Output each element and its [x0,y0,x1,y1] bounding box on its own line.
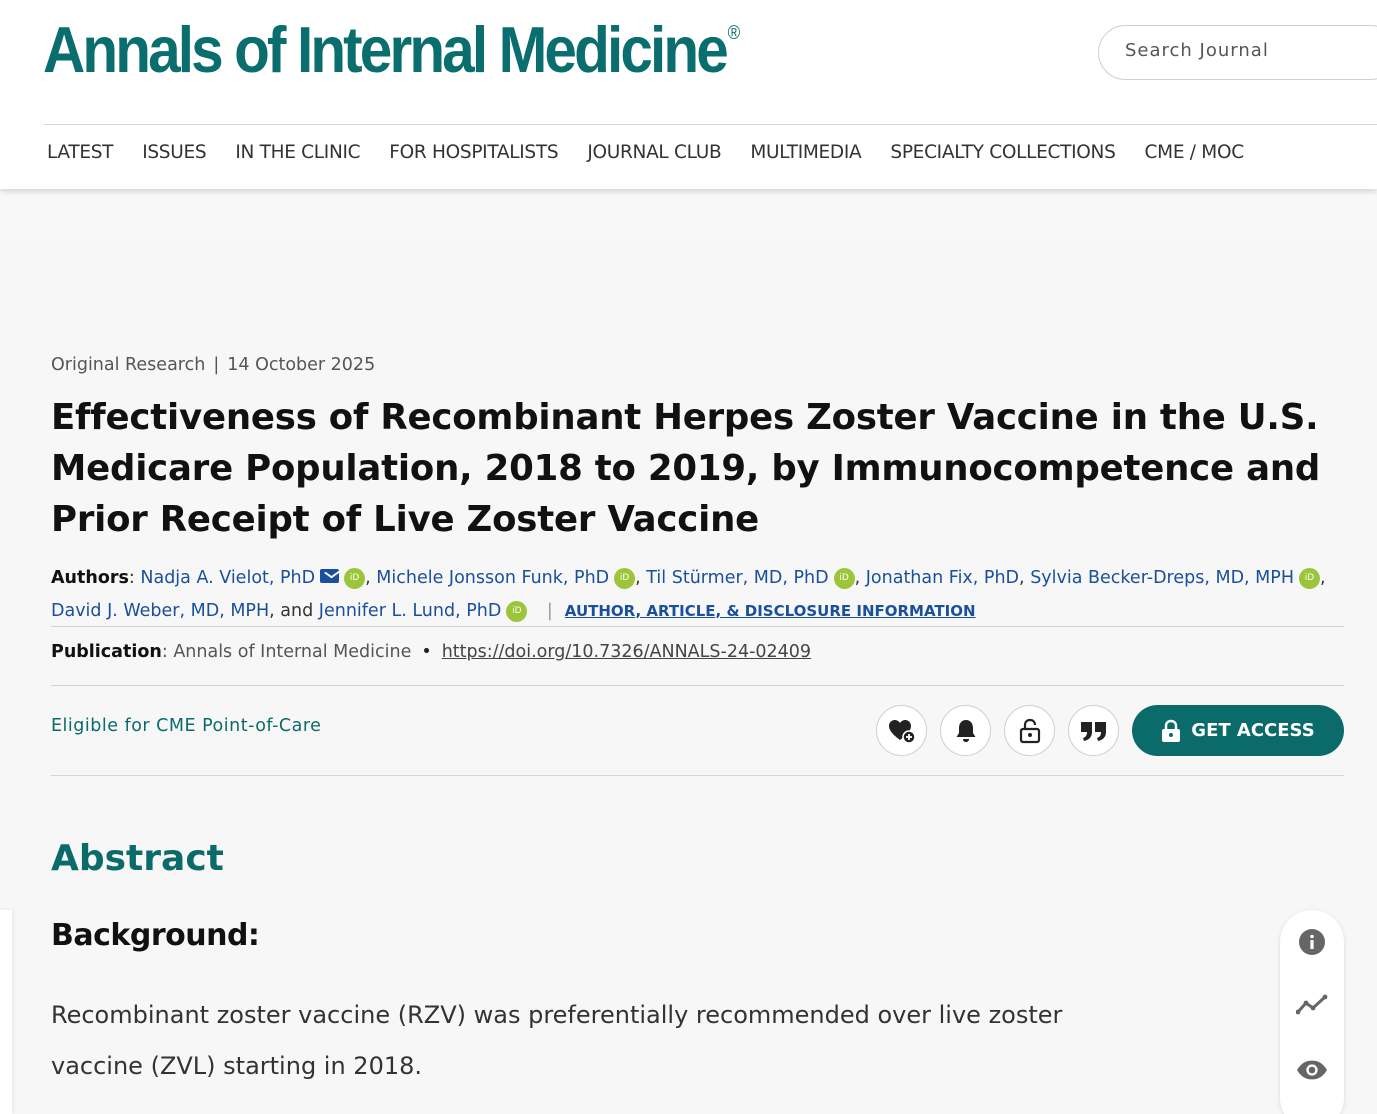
orcid-icon[interactable]: iD [344,568,366,589]
quote-icon [1080,721,1106,741]
author-link[interactable]: David J. Weber, MD, MPH [51,601,269,621]
meta-separator: | [213,355,220,375]
orcid-icon[interactable]: iD [1299,568,1320,589]
nav-multimedia[interactable]: MULTIMEDIA [750,142,861,163]
author-link[interactable]: Til Stürmer, MD, PhD [646,568,828,588]
info-button[interactable] [1296,926,1328,958]
publication-name: Annals of Internal Medicine [173,642,412,662]
nav-in-the-clinic[interactable]: IN THE CLINIC [235,142,360,163]
doi-link[interactable]: https://doi.org/10.7326/ANNALS-24-02409 [442,642,811,662]
background-heading: Background: [51,918,260,953]
side-toolbar [1280,910,1344,1114]
author-link[interactable]: Jennifer L. Lund, PhD [319,601,502,621]
registered-mark: ® [727,23,741,44]
favorite-add-icon [888,719,916,744]
add-favorite-button[interactable] [876,705,927,756]
info-icon [1299,929,1325,955]
orcid-icon[interactable]: iD [614,568,636,589]
nav-for-hospitalists[interactable]: FOR HOSPITALISTS [389,142,558,163]
cme-eligibility[interactable]: Eligible for CME Point-of-Care [51,716,321,736]
main-nav: LATEST ISSUES IN THE CLINIC FOR HOSPITAL… [47,142,1244,163]
info-separator: | [546,601,553,621]
alert-button[interactable] [940,705,991,756]
disclosure-info-link[interactable]: AUTHOR, ARTICLE, & DISCLOSURE INFORMATIO… [565,602,976,620]
nav-issues[interactable]: ISSUES [142,142,206,163]
journal-logo[interactable]: Annals of Internal Medicine® [43,14,740,86]
access-button[interactable] [1004,705,1055,756]
lock-icon [1162,719,1181,742]
authors-block: Authors: Nadja A. Vielot, PhD iD, Michele… [51,568,1326,622]
abstract-heading: Abstract [51,838,224,879]
author-link[interactable]: Michele Jonsson Funk, PhD [376,568,609,588]
eye-icon [1296,1060,1328,1080]
background-text: Recombinant zoster vaccine (RZV) was pre… [51,1001,1063,1080]
cite-button[interactable] [1068,705,1119,756]
nav-latest[interactable]: LATEST [47,142,113,163]
author-link[interactable]: Nadja A. Vielot, PhD [140,568,315,588]
nav-journal-club[interactable]: JOURNAL CLUB [587,142,721,163]
article-title: Effectiveness of Recombinant Herpes Zost… [51,397,1321,540]
publication-dot: • [421,642,432,662]
orcid-icon[interactable]: iD [506,601,528,622]
authors-conjunction: and [280,601,314,621]
metrics-button[interactable] [1296,989,1328,1021]
article-meta: Original Research | 14 October 2025 [51,355,375,375]
nav-specialty-collections[interactable]: SPECIALTY COLLECTIONS [890,142,1115,163]
search-input[interactable] [1125,40,1375,61]
site-header: Annals of Internal Medicine® LATEST ISSU… [0,0,1377,189]
divider [51,685,1344,686]
search-box[interactable] [1098,25,1377,80]
author-link[interactable]: Sylvia Becker-Dreps, MD, MPH [1030,568,1294,588]
get-access-label: GET ACCESS [1191,720,1315,741]
article-date: 14 October 2025 [227,355,376,375]
mail-icon[interactable] [320,569,340,583]
nav-divider [44,124,1377,125]
authors-label: Authors [51,568,129,588]
bell-icon [956,719,975,742]
view-button[interactable] [1296,1054,1328,1086]
get-access-button[interactable]: GET ACCESS [1132,705,1344,756]
left-panel-edge[interactable] [0,910,12,1114]
nav-cme-moc[interactable]: CME / MOC [1145,142,1245,163]
metrics-icon [1296,994,1328,1015]
divider [51,775,1344,776]
author-link[interactable]: Jonathan Fix, PhD [866,568,1019,588]
orcid-icon[interactable]: iD [833,568,855,589]
logo-text: Annals of Internal Medicine [43,13,729,86]
publication-line: Publication: Annals of Internal Medicine… [51,642,812,662]
publication-label: Publication [51,642,162,662]
divider [51,626,1344,627]
article-type: Original Research [51,355,206,375]
unlock-icon [1019,718,1040,743]
